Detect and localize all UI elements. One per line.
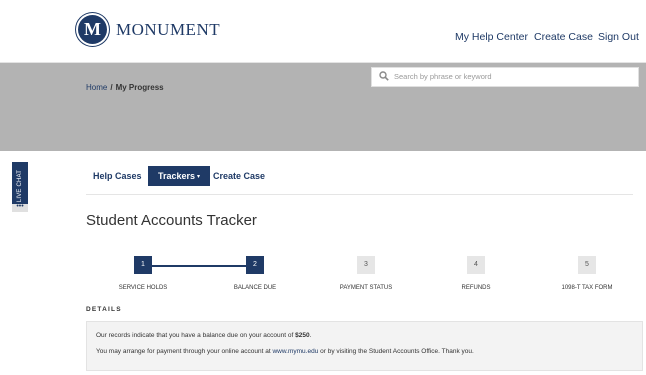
breadcrumb: Home / My Progress	[86, 83, 164, 92]
tabs-divider	[86, 194, 633, 195]
details-panel: Our records indicate that you have a bal…	[86, 321, 643, 371]
step-4-label: REFUNDS	[461, 285, 491, 291]
chevron-down-icon: ▾	[197, 174, 201, 180]
payment-message: You may arrange for payment through your…	[96, 348, 474, 355]
my-help-center-link[interactable]: My Help Center	[455, 31, 528, 43]
monument-logo[interactable]: M	[78, 15, 107, 44]
tab-help-cases[interactable]: Help Cases	[93, 166, 142, 186]
online-account-link[interactable]: www.mymu.edu	[272, 348, 318, 355]
payment-text-end: or by visiting the Student Accounts Offi…	[318, 348, 474, 355]
balance-message: Our records indicate that you have a bal…	[96, 332, 311, 339]
step-3-indicator[interactable]: 3	[357, 256, 375, 274]
tab-create-case[interactable]: Create Case	[213, 166, 265, 186]
payment-text: You may arrange for payment through your…	[96, 348, 273, 355]
breadcrumb-home-link[interactable]: Home	[86, 83, 107, 92]
step-2-label: BALANCE DUE	[233, 285, 277, 291]
step-3-label: PAYMENT STATUS	[339, 285, 393, 291]
search-icon	[379, 71, 389, 81]
breadcrumb-separator: /	[110, 83, 113, 92]
step-5-indicator[interactable]: 5	[578, 256, 596, 274]
step-4-indicator[interactable]: 4	[467, 256, 485, 274]
balance-punct: .	[309, 332, 312, 339]
details-heading: DETAILS	[86, 306, 122, 313]
brand-name[interactable]: MONUMENT	[116, 20, 220, 40]
step-5-label: 1098-T TAX FORM	[561, 285, 613, 291]
live-chat-label: LIVE CHAT	[17, 169, 23, 203]
search-placeholder: Search by phrase or keyword	[394, 72, 492, 81]
create-case-link[interactable]: Create Case	[534, 31, 593, 43]
tab-trackers-label: Trackers	[157, 171, 196, 181]
breadcrumb-current: My Progress	[115, 83, 164, 92]
step-1-indicator[interactable]: 1	[134, 256, 152, 274]
progress-line	[143, 265, 255, 267]
balance-text: Our records indicate that you have a bal…	[96, 332, 296, 339]
step-2-indicator[interactable]: 2	[246, 256, 264, 274]
balance-amount: $250	[295, 332, 310, 339]
page-title: Student Accounts Tracker	[86, 212, 257, 229]
tab-trackers[interactable]: Trackers ▾	[148, 166, 210, 186]
search-input[interactable]: Search by phrase or keyword	[371, 67, 639, 87]
step-1-label: SERVICE HOLDS	[118, 285, 168, 291]
more-dots-icon[interactable]: •••	[12, 203, 28, 212]
top-header: M MONUMENT My Help Center Create Case Si…	[0, 0, 646, 63]
sign-out-link[interactable]: Sign Out	[598, 31, 639, 43]
